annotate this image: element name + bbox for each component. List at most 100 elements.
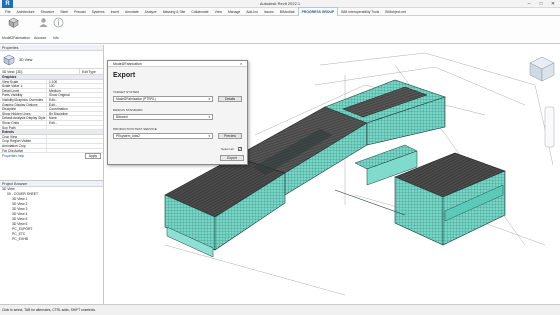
select-all-label: Select all xyxy=(221,147,234,151)
browser-item-label: 3D View 5 xyxy=(12,217,28,221)
browser-item-label: 3D View 6 xyxy=(12,222,28,226)
model2fabrication-button[interactable] xyxy=(5,17,21,35)
target-system-select[interactable]: Model2Fabrication (PTRRL) ▾ xyxy=(113,96,213,102)
maximize-icon[interactable]: □ xyxy=(535,0,547,8)
browser-item-label: PC_EXPORT xyxy=(12,227,33,231)
tab-precast[interactable]: Precast xyxy=(71,8,89,16)
property-name: Detail Level xyxy=(2,88,20,93)
account-label: Account xyxy=(34,36,47,40)
select-all-checkbox[interactable]: ✓ xyxy=(238,147,242,151)
properties-help-link[interactable]: Properties help xyxy=(2,153,24,159)
property-name: Parts Visibility xyxy=(2,93,23,97)
properties-panel: Properties 3D View 3D View: {3D} Edit Ty… xyxy=(0,45,104,180)
tab-structure[interactable]: Structure xyxy=(38,8,58,16)
chevron-down-icon: ▾ xyxy=(208,134,210,138)
design-standard-label: DESIGN STANDARD xyxy=(113,108,143,112)
tab-issues[interactable]: Issues xyxy=(261,8,277,16)
minimize-icon[interactable]: – xyxy=(523,0,535,8)
view-cube[interactable] xyxy=(529,56,555,82)
property-value[interactable]: None xyxy=(46,116,103,120)
view-type-label: 3D View xyxy=(19,57,33,62)
3d-view-icon xyxy=(3,54,15,65)
tab-analyze[interactable]: Analyze xyxy=(142,8,160,16)
property-value[interactable]: Edit... xyxy=(46,102,103,107)
dialog-close-icon[interactable]: × xyxy=(240,61,242,67)
model2fabrication-label: Model2Fabrication xyxy=(2,36,30,40)
chevron-down-icon: ▾ xyxy=(208,115,210,119)
tab-architecture[interactable]: Architecture xyxy=(13,8,37,16)
property-value[interactable] xyxy=(46,125,103,130)
tab-steel[interactable]: Steel xyxy=(57,8,71,16)
type-selector[interactable]: 3D View xyxy=(0,51,103,69)
design-standard-select[interactable]: Biboxed ▾ xyxy=(113,114,213,120)
tab-view[interactable]: View xyxy=(212,8,225,16)
ribbon-tabs: File Architecture Structure Steel Precas… xyxy=(0,7,560,16)
property-value[interactable] xyxy=(46,148,103,153)
info-label: Info xyxy=(53,36,59,40)
close-icon[interactable]: ✕ xyxy=(547,0,559,8)
window-title: Autodesk Revit 2022.1 xyxy=(259,1,301,6)
property-value[interactable]: Medium xyxy=(46,88,103,93)
property-value[interactable]: By Discipline xyxy=(46,111,103,116)
account-icon xyxy=(39,18,47,27)
property-value[interactable] xyxy=(46,139,103,143)
tab-manage[interactable]: Manage xyxy=(225,8,243,16)
property-name: Far Clip Active xyxy=(2,148,24,153)
property-name: Graphic Display Options xyxy=(2,102,38,107)
browser-item[interactable]: PC_EXHB xyxy=(0,237,103,242)
browser-item-label: 3D View 1 xyxy=(12,197,28,201)
tab-systems[interactable]: Systems xyxy=(89,8,108,16)
export-button[interactable]: Export xyxy=(220,155,244,161)
edit-type-button[interactable]: Edit Type xyxy=(79,69,103,74)
property-name: Scale Value 1: xyxy=(2,84,24,88)
property-value[interactable]: Coordination xyxy=(46,107,103,111)
details-button[interactable]: Details xyxy=(218,96,242,102)
navigation-bar[interactable] xyxy=(544,106,555,148)
chevron-down-icon: ▾ xyxy=(208,97,210,101)
browser-item-label: 3D View 4 xyxy=(12,212,28,216)
tab-bimcollab[interactable]: BIMcollab xyxy=(277,8,298,16)
tab-file[interactable]: File xyxy=(2,8,13,16)
browser-item-label: PC_ETC xyxy=(12,232,26,236)
export-cube-icon xyxy=(7,17,19,28)
property-value[interactable]: Show Original xyxy=(46,93,103,97)
browser-item-label: 3D View 3 xyxy=(12,207,28,211)
info-button[interactable] xyxy=(50,17,66,35)
dialog-titlebar: Model2Fabrication xyxy=(108,61,247,67)
account-button[interactable] xyxy=(35,17,51,35)
production-test-label: PRODUCTION TEST SERVICE xyxy=(113,127,157,131)
tab-progress-group[interactable]: PROGRESS GROUP xyxy=(297,7,339,16)
preview-button[interactable]: Preview xyxy=(218,133,242,139)
property-name: Show Hidden Lines xyxy=(2,111,31,116)
tab-add-ins[interactable]: Add-Ins xyxy=(243,8,261,16)
property-value[interactable]: 1:100 xyxy=(46,79,103,84)
property-name: Crop View xyxy=(2,134,18,139)
instance-selector[interactable]: 3D View: {3D} xyxy=(0,69,79,74)
property-name: Sun Path xyxy=(2,125,16,130)
property-value[interactable]: Edit... xyxy=(46,97,103,102)
tab-massing-site[interactable]: Massing & Site xyxy=(160,8,189,16)
project-browser: Project Browser 3D View 00 - COVER SHEET 3… xyxy=(0,180,104,304)
tab-bim-interoperability-tools[interactable]: BIM Interoperability Tools xyxy=(338,8,382,16)
property-name: View Scale xyxy=(2,79,19,84)
property-value[interactable] xyxy=(46,143,103,148)
production-test-select[interactable]: PEsystem_tubs2 ▾ xyxy=(113,133,213,139)
tab-annotate[interactable]: Annotate xyxy=(122,8,142,16)
property-name: Discipline xyxy=(2,107,17,111)
ribbon-panel: Model2Fabrication Account Info xyxy=(0,16,560,44)
status-bar: Click to select, TAB for alternates, CTR… xyxy=(0,304,560,315)
browser-item-label: 3D View xyxy=(2,187,15,191)
browser-item-label: 00 - COVER SHEET xyxy=(7,192,39,196)
property-value[interactable]: Edit... xyxy=(46,120,103,125)
tab-collaborate[interactable]: Collaborate xyxy=(188,8,211,16)
browser-item-label: PC_EXHB xyxy=(12,237,28,241)
property-value[interactable]: 100 xyxy=(46,84,103,88)
property-name: Default Analysis Display Style xyxy=(2,116,46,120)
tab-bimobject[interactable]: BIMobject.net xyxy=(382,8,409,16)
property-name: Show Grids xyxy=(2,120,20,125)
tab-insert[interactable]: Insert xyxy=(108,8,122,16)
model2fabrication-dialog: Model2Fabrication × Export TARGET SYSTEM… xyxy=(107,60,248,165)
property-value[interactable] xyxy=(46,134,103,139)
apply-button[interactable]: Apply xyxy=(84,153,101,160)
property-name: Annotation Crop xyxy=(2,143,26,148)
